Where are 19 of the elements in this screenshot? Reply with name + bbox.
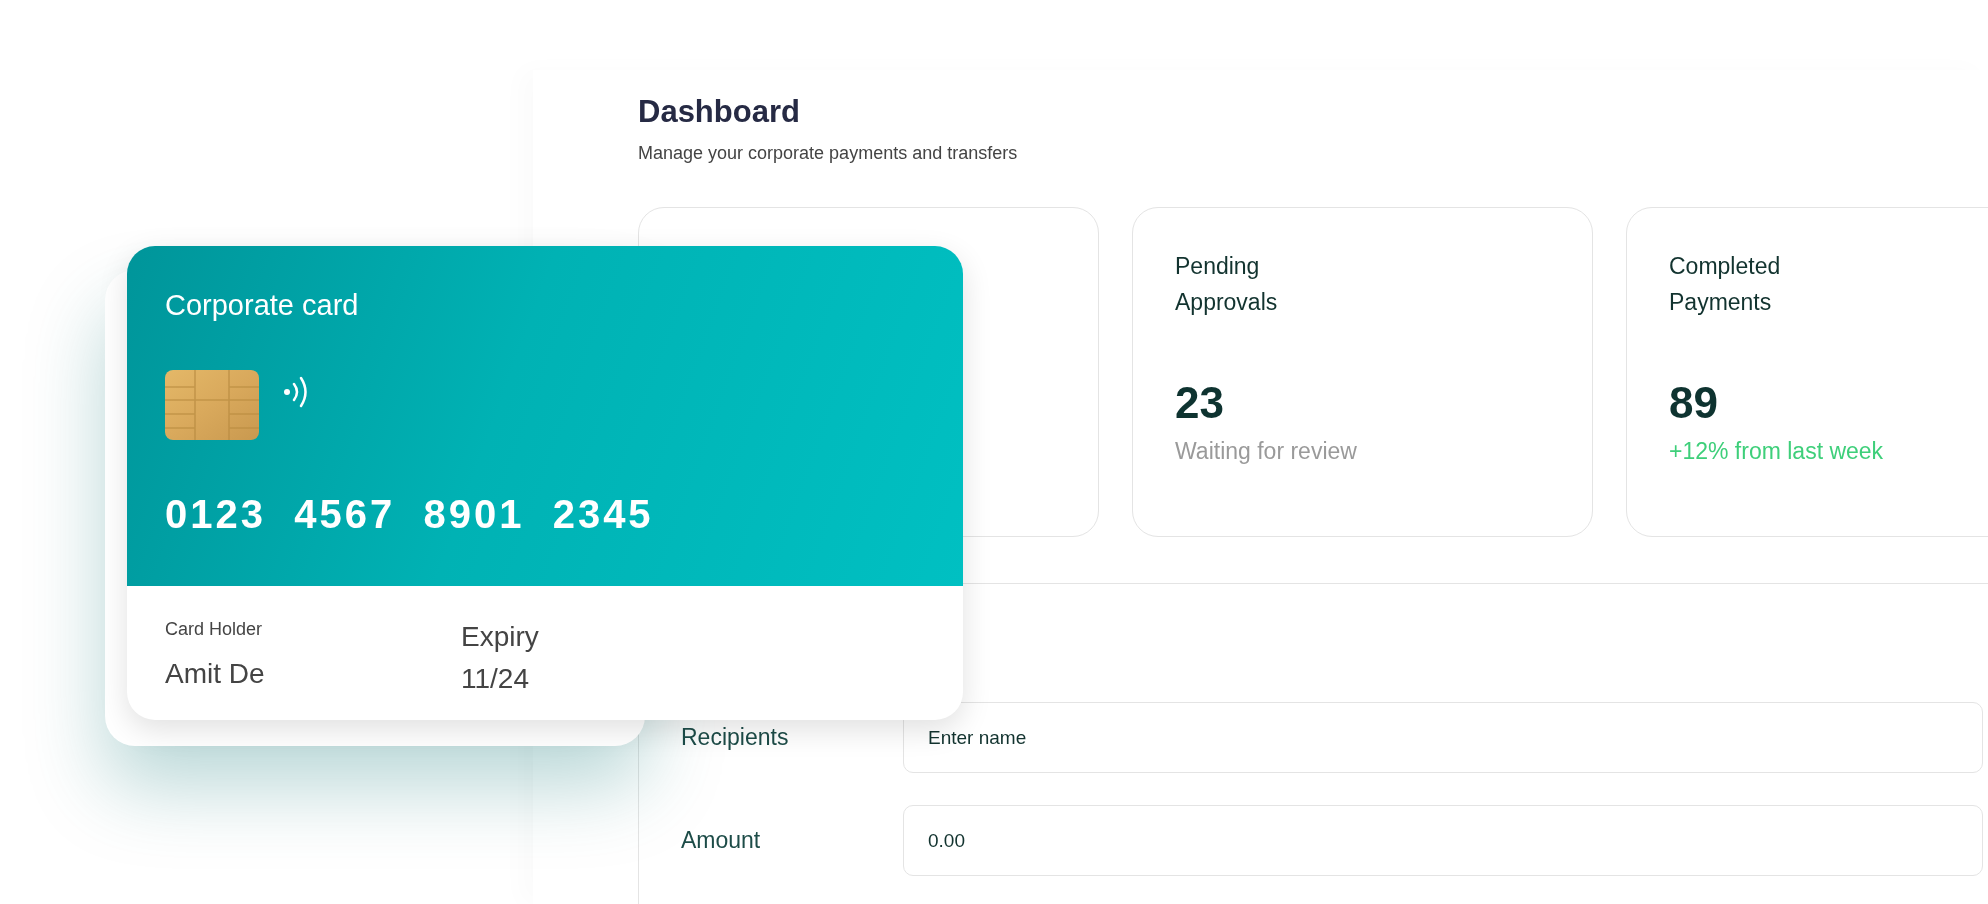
input-field[interactable]: Enter name xyxy=(903,702,1983,773)
stat-value: 23 xyxy=(1175,378,1225,428)
stat-title: Completed Payments xyxy=(1669,252,1782,317)
page-title: Dashboard xyxy=(638,93,801,131)
stat-title: Pending Approvals xyxy=(1175,252,1279,317)
card-number: 0123 4567 8901 2345 xyxy=(165,490,655,538)
stat-value: 89 xyxy=(1669,378,1719,428)
expiry-date: 11/24 xyxy=(461,662,530,696)
field-label: Recipients xyxy=(681,723,790,753)
stat-note: +12% from last week xyxy=(1669,437,1885,466)
input-field[interactable]: 0.00 xyxy=(903,805,1983,876)
card-holder-name: Amit De xyxy=(165,657,266,691)
expiry-label: Expiry xyxy=(461,620,539,654)
card-label: Corporate card xyxy=(165,288,360,323)
chip-icon xyxy=(165,369,259,440)
card-holder-label: Card Holder xyxy=(165,618,264,641)
page-subtitle: Manage your corporate payments and transfers xyxy=(638,142,1019,165)
stat-note: Waiting for review xyxy=(1175,437,1358,466)
field-label: Amount xyxy=(681,826,762,856)
